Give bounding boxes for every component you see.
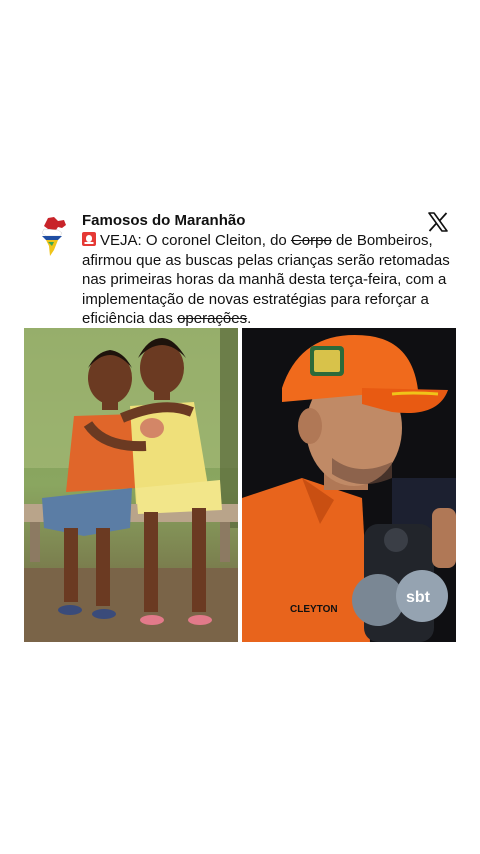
post-text-part: VEJA: O coronel Cleiton, do <box>100 232 291 249</box>
children-photo[interactable] <box>24 328 238 642</box>
firefighter-photo[interactable]: CLEYTON sbt <box>242 328 456 642</box>
post-text-part: . <box>247 310 252 327</box>
x-logo-icon[interactable] <box>428 212 448 232</box>
post-card: Famosos do Maranhão VEJA: O coronel Clei… <box>0 0 480 854</box>
author-name[interactable]: Famosos do Maranhão <box>82 212 245 229</box>
maranhao-map-icon[interactable] <box>36 216 70 258</box>
post-text-struck: Corpo <box>290 232 332 249</box>
police-siren-icon <box>82 232 96 246</box>
mic-brand-label: sbt <box>406 589 431 606</box>
uniform-name-tag: CLEYTON <box>290 604 338 615</box>
post-text-struck: operações <box>177 310 248 327</box>
post-text: VEJA: O coronel Cleiton, do Corpo de Bom… <box>82 231 452 329</box>
